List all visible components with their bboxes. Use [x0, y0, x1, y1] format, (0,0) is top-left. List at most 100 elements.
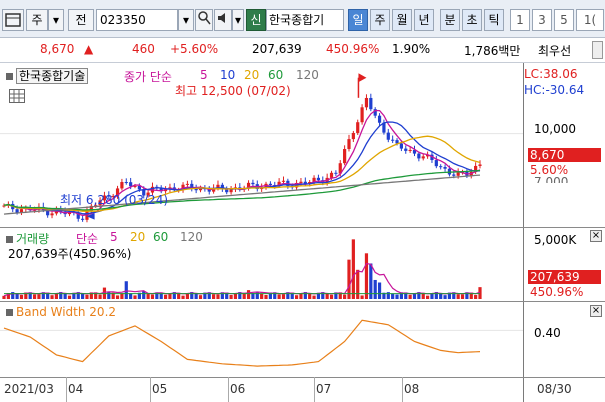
volume-bar	[233, 293, 238, 299]
mode-dropdown-icon[interactable]: ▾	[48, 9, 64, 31]
x-label-right: 08/30	[537, 382, 572, 396]
low-annotation: 최저 6,280 (03/24)	[60, 193, 169, 207]
candle-body	[81, 218, 85, 220]
candle-body	[404, 148, 408, 151]
volume-title: 거래량	[16, 232, 50, 246]
candle-body	[356, 122, 360, 133]
bw-pane-close-icon[interactable]: ×	[590, 305, 602, 317]
volume-bar	[351, 239, 355, 299]
up-arrow-icon: ▲	[84, 42, 94, 56]
x-tick	[314, 377, 315, 402]
volume-bar	[2, 295, 6, 299]
grid-toggle-icon[interactable]	[9, 89, 25, 103]
candle-body	[452, 174, 456, 176]
candle-body	[408, 149, 412, 151]
mode-jong-button[interactable]: 주	[26, 9, 48, 31]
volume-bar	[377, 282, 382, 299]
bw-axis-tick: 0.40	[534, 326, 561, 340]
sound-icon[interactable]	[214, 9, 232, 31]
x-tick	[228, 377, 229, 402]
volume-bar	[443, 295, 447, 299]
volume-bar	[85, 294, 89, 299]
volume-bar	[425, 295, 430, 299]
period-day-tab[interactable]: 일	[348, 9, 368, 31]
hc-value: HC:-30.64	[524, 83, 585, 97]
lc-value: LC:38.06	[524, 67, 578, 81]
pane-handle-icon[interactable]	[6, 73, 13, 80]
sound-dropdown-icon[interactable]: ▾	[232, 9, 244, 31]
period-minute-tab[interactable]: 분	[440, 9, 460, 31]
volume-bar	[246, 290, 251, 299]
volume-pane-close-icon[interactable]: ×	[590, 230, 602, 242]
candle-body	[434, 160, 438, 167]
ma120-label: 120	[296, 68, 319, 82]
price-change: 460	[132, 42, 155, 56]
search-icon[interactable]	[195, 9, 213, 31]
interval-1-button[interactable]: 1	[510, 9, 530, 31]
code-input[interactable]: 023350	[96, 9, 178, 31]
period-year-tab[interactable]: 년	[414, 9, 434, 31]
price-lower-tick: 7,000	[534, 175, 569, 183]
x-tick	[66, 377, 67, 402]
volume-bar	[460, 294, 465, 299]
period-week-tab[interactable]: 주	[370, 9, 390, 31]
candle-body	[443, 166, 447, 169]
code-dropdown-icon[interactable]: ▾	[178, 9, 194, 31]
turnover-rate: 1.90%	[392, 42, 431, 56]
window-menu-icon[interactable]	[2, 9, 24, 31]
volume-bar	[312, 295, 316, 299]
period-month-tab[interactable]: 월	[392, 9, 412, 31]
prev-button[interactable]: 전	[68, 9, 94, 31]
volume-bar	[181, 295, 185, 299]
interval-10-button[interactable]: 1(	[576, 9, 604, 31]
volume-bar	[142, 291, 146, 299]
volume-handle-icon[interactable]	[6, 236, 13, 243]
volume-bar	[264, 294, 268, 299]
volume-bar	[194, 293, 198, 299]
bw-handle-icon[interactable]	[6, 309, 13, 316]
interval-5-button[interactable]: 5	[554, 9, 574, 31]
volume-bar	[260, 293, 264, 299]
chart-area[interactable]: 한국종합기술 종가 단순 5 10 20 60 120 최고 12,500 (0…	[0, 63, 605, 402]
high-annotation: 최고 12,500 (07/02)	[175, 84, 291, 98]
candle-body	[360, 107, 364, 123]
bandwidth-line	[3, 319, 481, 367]
candle-body	[268, 183, 272, 185]
quote-bar: 8,670 ▲ 460 +5.60% 207,639 450.96% 1.90%…	[0, 38, 605, 63]
volume-bar	[299, 293, 303, 299]
period-second-tab[interactable]: 초	[462, 9, 482, 31]
price-axis-tick: 10,000	[534, 122, 576, 136]
candle-body	[50, 213, 54, 216]
volume-summary: 207,639주(450.96%)	[8, 247, 132, 261]
volume-bar	[19, 294, 24, 299]
price-ma-label: 종가 단순	[124, 70, 172, 84]
interval-3-button[interactable]: 3	[532, 9, 552, 31]
x-label-06: 06	[230, 382, 246, 396]
candle-body	[351, 132, 355, 140]
ma5-label: 5	[200, 68, 208, 82]
volume-bar	[360, 295, 364, 299]
ma10-label: 10	[220, 68, 236, 82]
candle-body	[386, 132, 390, 140]
candle-body	[399, 143, 403, 149]
volume-bar	[98, 294, 102, 299]
candle-body	[316, 177, 321, 181]
volume-axis-tick: 5,000K	[534, 233, 577, 247]
volume-bar	[163, 294, 168, 299]
price-pane-title[interactable]: 한국종합기술	[16, 68, 89, 84]
volume-bar	[212, 294, 216, 299]
x-tick	[150, 377, 151, 402]
candle-body	[456, 172, 460, 176]
period-tick-tab[interactable]: 틱	[484, 9, 504, 31]
volume-bar	[37, 294, 41, 299]
change-percent: +5.60%	[170, 42, 219, 56]
priority-label: 최우선	[538, 44, 572, 58]
quote-scroll-button[interactable]	[592, 41, 603, 59]
volume-bar	[343, 294, 347, 299]
stock-name: 한국종합기	[266, 9, 344, 31]
volume-bar	[347, 259, 351, 299]
candle-body	[439, 166, 443, 168]
candle-body	[281, 180, 286, 182]
volume-bar	[229, 294, 233, 299]
volume-bar	[439, 293, 443, 299]
